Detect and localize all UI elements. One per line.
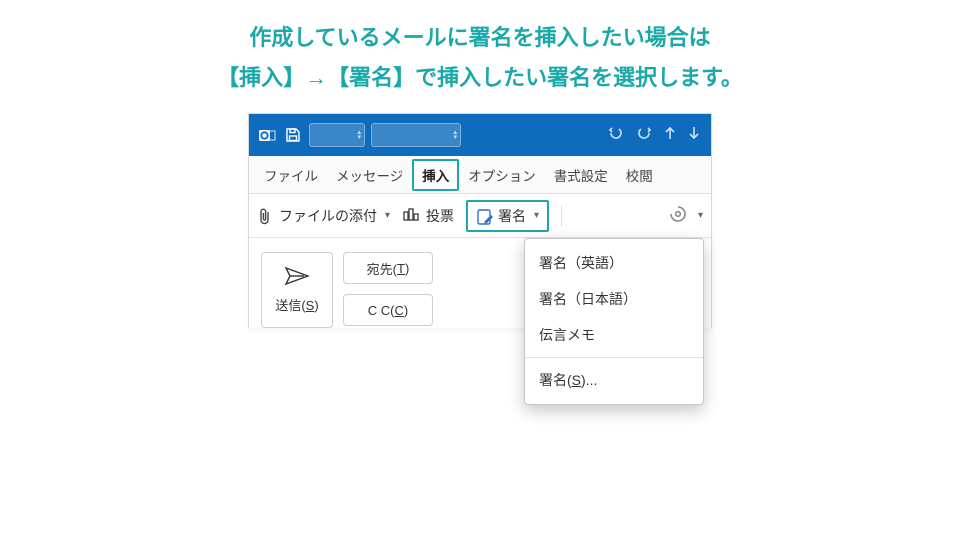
signature-split-button[interactable]: 署名 ▾ bbox=[466, 200, 549, 232]
to-button[interactable]: 宛先(T) bbox=[343, 252, 433, 284]
title-bar: ▴▾ ▴▾ bbox=[249, 114, 711, 156]
tab-format[interactable]: 書式設定 bbox=[545, 156, 617, 193]
chevron-down-icon: ▾ bbox=[534, 210, 539, 221]
tab-options[interactable]: オプション bbox=[459, 156, 545, 193]
send-label: 送信(S) bbox=[275, 295, 318, 314]
cc-button[interactable]: C C(C) bbox=[343, 294, 433, 326]
ribbon-tab-strip: ファイル メッセージ 挿入 オプション 書式設定 校閲 bbox=[249, 156, 711, 194]
ribbon-insert: ファイルの添付 ▾ 投票 署名 ▾ bbox=[249, 194, 711, 238]
signature-option-memo[interactable]: 伝言メモ bbox=[525, 317, 703, 353]
tab-review[interactable]: 校閲 bbox=[617, 156, 662, 193]
tab-message[interactable]: メッセージ bbox=[327, 156, 412, 193]
compose-header: 送信(S) 宛先(T) C C(C) 署名（英語） 署名（日本語） 伝言メモ 署… bbox=[249, 238, 711, 328]
redo-icon[interactable] bbox=[635, 124, 653, 147]
vote-label: 投票 bbox=[426, 206, 454, 226]
attach-file-label: ファイルの添付 bbox=[279, 206, 377, 226]
signature-label: 署名 bbox=[498, 206, 526, 226]
chevron-down-icon: ▾ bbox=[385, 210, 390, 221]
instruction-text: 作成しているメールに署名を挿入したい場合は 【挿入】→【署名】で挿入したい署名を… bbox=[0, 0, 960, 103]
instruction-line2: 【挿入】→【署名】で挿入したい署名を選択します。 bbox=[20, 58, 940, 98]
signature-dropdown-menu: 署名（英語） 署名（日本語） 伝言メモ 署名(S)... bbox=[524, 238, 704, 405]
signature-option-english[interactable]: 署名（英語） bbox=[525, 245, 703, 281]
separator bbox=[525, 357, 703, 358]
outlook-compose-window: ▴▾ ▴▾ ファイル メッセージ 挿入 オプション 書式設定 校閲 bbox=[248, 113, 712, 328]
send-icon bbox=[284, 266, 310, 289]
attach-file-button[interactable]: ファイルの添付 ▾ bbox=[257, 206, 390, 226]
loop-icon[interactable] bbox=[668, 204, 688, 227]
signature-icon bbox=[476, 208, 492, 224]
vote-button[interactable]: 投票 bbox=[402, 206, 454, 226]
tab-insert[interactable]: 挿入 bbox=[412, 159, 459, 191]
up-arrow-icon[interactable] bbox=[663, 125, 677, 146]
tab-file[interactable]: ファイル bbox=[255, 156, 327, 193]
chevron-down-icon: ▾ bbox=[698, 210, 703, 221]
send-button[interactable]: 送信(S) bbox=[261, 252, 333, 328]
undo-icon[interactable] bbox=[607, 124, 625, 147]
separator bbox=[561, 205, 562, 227]
paperclip-icon bbox=[257, 207, 273, 225]
save-icon[interactable] bbox=[283, 125, 303, 145]
signatures-settings-item[interactable]: 署名(S)... bbox=[525, 362, 703, 398]
down-arrow-icon[interactable] bbox=[687, 125, 701, 146]
qat-dropdown-2[interactable]: ▴▾ bbox=[371, 123, 461, 147]
outlook-app-icon bbox=[257, 125, 277, 145]
vote-icon bbox=[402, 206, 420, 225]
instruction-line1: 作成しているメールに署名を挿入したい場合は bbox=[20, 18, 940, 58]
signature-option-japanese[interactable]: 署名（日本語） bbox=[525, 281, 703, 317]
qat-dropdown-1[interactable]: ▴▾ bbox=[309, 123, 365, 147]
